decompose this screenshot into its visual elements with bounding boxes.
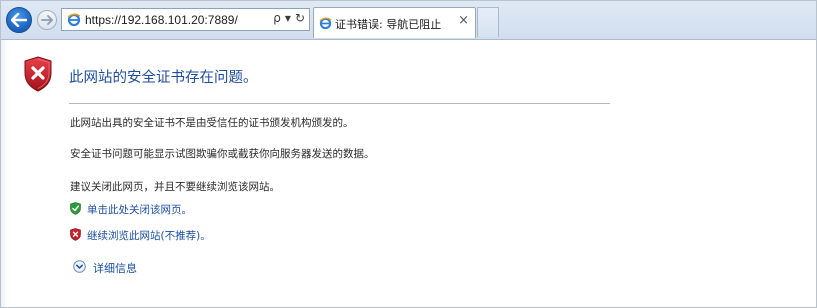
back-button[interactable] <box>6 7 32 33</box>
page-title: 此网站的安全证书存在问题。 <box>69 70 258 86</box>
close-page-label[interactable]: 单击此处关闭该网页。 <box>87 202 192 217</box>
chevron-circle-down-icon <box>73 258 86 277</box>
error-page: 此网站的安全证书存在问题。 此网站出具的安全证书不是由受信任的证书颁发机构颁发的… <box>1 40 816 307</box>
continue-to-site-label[interactable]: 继续浏览此网站(不推荐)。 <box>87 228 211 243</box>
back-arrow-icon <box>11 13 27 27</box>
red-shield-x-icon <box>70 226 81 245</box>
red-shield-x-icon <box>23 56 53 96</box>
search-icon[interactable]: ρ <box>273 11 281 25</box>
tab-certificate-error[interactable]: 证书错误: 导航已阻止 × <box>313 7 476 38</box>
new-tab-button[interactable] <box>477 7 499 37</box>
divider <box>69 103 610 104</box>
green-shield-check-icon <box>70 200 81 219</box>
tab-title: 证书错误: 导航已阻止 <box>335 18 442 31</box>
message-recommendation: 建议关闭此网页，并且不要继续浏览该网站。 <box>70 181 280 193</box>
ie-page-icon <box>67 12 81 31</box>
message-risk: 安全证书问题可能显示试图欺骗你或截获你向服务器发送的数据。 <box>70 148 375 160</box>
page-left-edge <box>1 40 8 307</box>
browser-toolbar: https://192.168.101.20:7889/ ρ ▾ ↻ 证书错误:… <box>1 1 816 40</box>
close-page-link[interactable]: 单击此处关闭该网页。 <box>70 200 192 219</box>
forward-button[interactable] <box>37 10 57 30</box>
address-bar[interactable]: https://192.168.101.20:7889/ ρ ▾ ↻ <box>61 8 310 31</box>
message-untrusted-issuer: 此网站出具的安全证书不是由受信任的证书颁发机构颁发的。 <box>70 117 354 129</box>
more-information-label[interactable]: 详细信息 <box>93 260 137 276</box>
address-url[interactable]: https://192.168.101.20:7889/ <box>85 13 238 27</box>
ie-page-icon <box>319 15 332 34</box>
chevron-down-icon[interactable]: ▾ <box>285 11 291 25</box>
close-icon[interactable]: × <box>458 14 469 28</box>
browser-window: https://192.168.101.20:7889/ ρ ▾ ↻ 证书错误:… <box>0 0 817 308</box>
refresh-icon[interactable]: ↻ <box>295 11 305 25</box>
continue-to-site-link[interactable]: 继续浏览此网站(不推荐)。 <box>70 226 211 245</box>
address-tools: ρ ▾ ↻ <box>273 11 305 25</box>
more-information-toggle[interactable]: 详细信息 <box>73 258 137 277</box>
forward-arrow-icon <box>41 15 53 25</box>
